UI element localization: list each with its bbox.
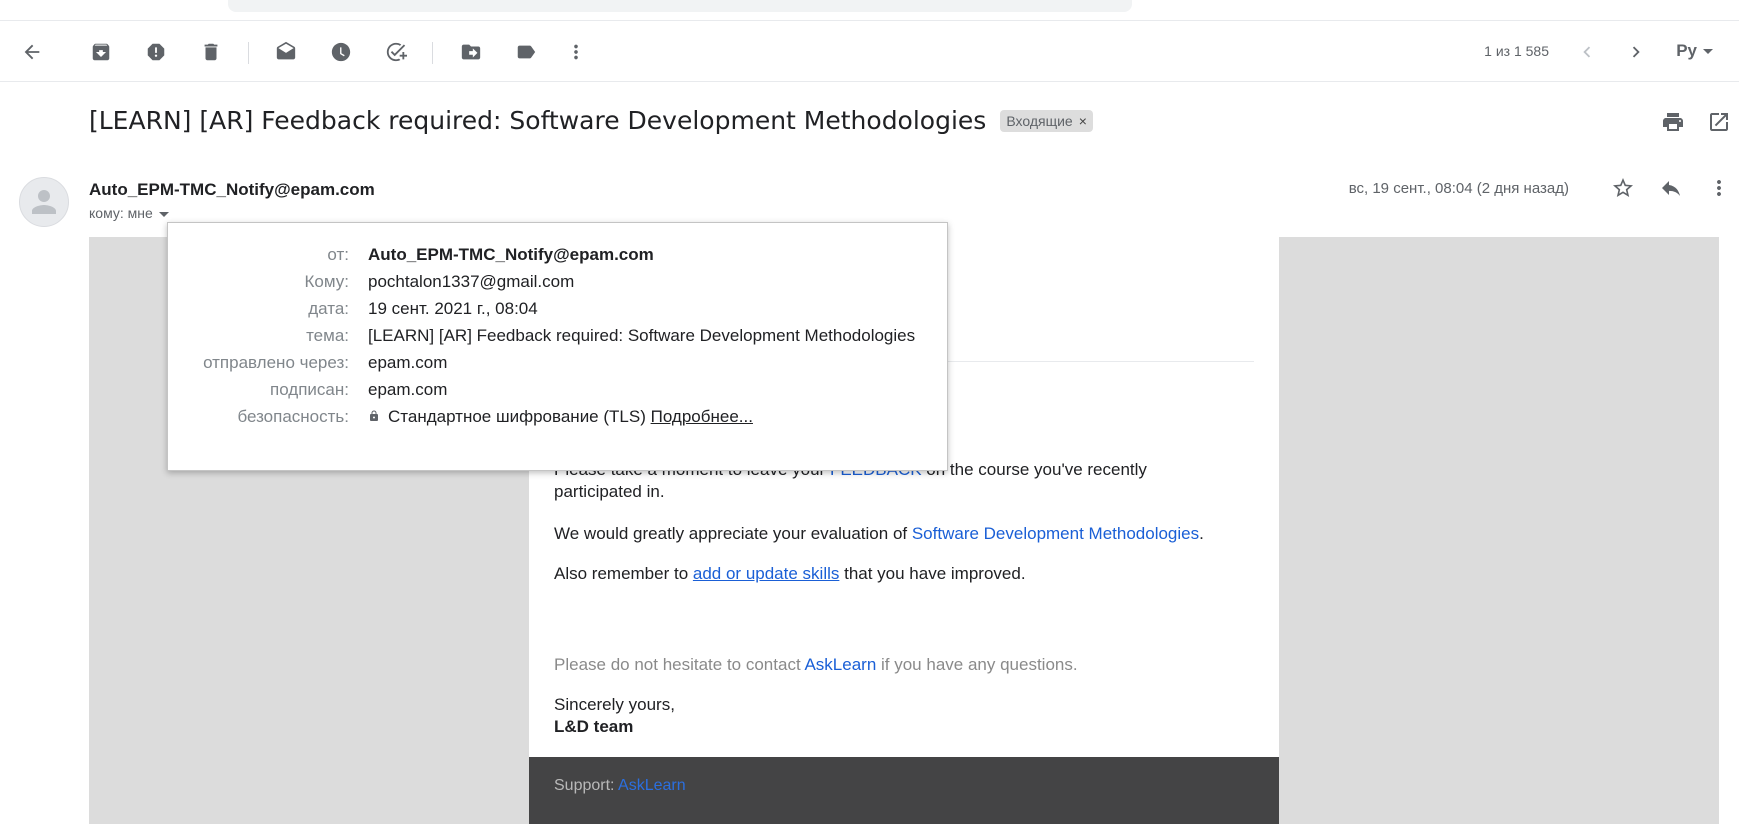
to-me-label: кому: мне bbox=[89, 205, 153, 221]
more-vert-icon[interactable] bbox=[560, 36, 592, 68]
move-to-icon[interactable] bbox=[455, 36, 487, 68]
label-icon[interactable] bbox=[510, 36, 542, 68]
caret-down-icon bbox=[1703, 49, 1713, 55]
support-line: Support: AskLearn bbox=[554, 777, 686, 795]
date-value: 19 сент. 2021 г., 08:04 bbox=[368, 299, 538, 318]
p2-text-end: . bbox=[1199, 524, 1204, 543]
more-vert-icon[interactable] bbox=[1707, 176, 1731, 205]
subject-row: [LEARN] [AR] Feedback required: Software… bbox=[89, 106, 1093, 135]
to-value: pochtalon1337@gmail.com bbox=[368, 272, 575, 291]
open-new-window-icon[interactable] bbox=[1707, 110, 1731, 139]
evaluation-paragraph: We would greatly appreciate your evaluat… bbox=[554, 523, 1234, 545]
archive-icon[interactable] bbox=[85, 36, 117, 68]
message-actions bbox=[1611, 176, 1731, 205]
mark-unread-icon[interactable] bbox=[270, 36, 302, 68]
caret-down-icon[interactable] bbox=[158, 211, 169, 217]
signed-by-label: подписан: bbox=[270, 380, 349, 399]
message-details-popup: от: Auto_EPM-TMC_Notify@epam.com Кому: p… bbox=[167, 222, 948, 471]
snooze-icon[interactable] bbox=[325, 36, 357, 68]
recipient-toggle[interactable]: кому: мне bbox=[89, 205, 169, 221]
details-row-subject: тема: [LEARN] [AR] Feedback required: So… bbox=[168, 326, 949, 350]
skills-paragraph: Also remember to add or update skills th… bbox=[554, 563, 1234, 585]
closing-text: Sincerely yours, bbox=[554, 695, 675, 714]
subject-title: [LEARN] [AR] Feedback required: Software… bbox=[89, 106, 987, 135]
divider bbox=[0, 81, 1739, 82]
p2-text: We would greatly appreciate your evaluat… bbox=[554, 524, 912, 543]
mailed-by-label: отправлено через: bbox=[203, 353, 349, 372]
add-task-icon[interactable] bbox=[380, 36, 412, 68]
gmail-message-view: 1 из 1 585 Ру [LEARN] [AR] Feedback requ… bbox=[0, 0, 1739, 824]
message-date: вс, 19 сент., 08:04 (2 дня назад) bbox=[1348, 180, 1569, 197]
toolbar-separator bbox=[248, 42, 249, 64]
pager-count: 1 из 1 585 bbox=[1484, 43, 1549, 59]
details-row-from: от: Auto_EPM-TMC_Notify@epam.com bbox=[168, 245, 949, 269]
search-bar[interactable] bbox=[228, 0, 1132, 12]
security-label: безопасность: bbox=[237, 407, 349, 426]
reply-icon[interactable] bbox=[1659, 176, 1683, 205]
message-toolbar: 1 из 1 585 Ру bbox=[0, 28, 1739, 76]
toolbar-separator bbox=[432, 42, 433, 64]
subject-value: [LEARN] [AR] Feedback required: Software… bbox=[368, 326, 916, 345]
p3-text: Also remember to bbox=[554, 564, 693, 583]
subject-actions bbox=[1661, 110, 1731, 139]
print-icon[interactable] bbox=[1661, 110, 1685, 139]
input-tools-button[interactable]: Ру bbox=[1676, 41, 1713, 61]
from-label: от: bbox=[327, 245, 349, 264]
avatar-placeholder-icon bbox=[32, 190, 56, 214]
label-chip-inbox[interactable]: Входящие × bbox=[1000, 109, 1093, 132]
label-chip-text: Входящие bbox=[1006, 112, 1073, 129]
delete-icon[interactable] bbox=[195, 36, 227, 68]
back-arrow-icon[interactable] bbox=[16, 36, 48, 68]
mailed-by-value: epam.com bbox=[368, 353, 448, 372]
signed-by-value: epam.com bbox=[368, 380, 448, 399]
details-row-security: безопасность: Стандартное шифрование (TL… bbox=[168, 407, 949, 431]
course-link[interactable]: Software Development Methodologies bbox=[912, 524, 1199, 543]
star-icon[interactable] bbox=[1611, 176, 1635, 205]
chevron-right-icon[interactable] bbox=[1620, 36, 1652, 68]
p4-text-end: if you have any questions. bbox=[876, 655, 1078, 674]
lock-icon bbox=[370, 410, 378, 421]
from-value[interactable]: Auto_EPM-TMC_Notify@epam.com bbox=[368, 245, 654, 265]
avatar[interactable] bbox=[19, 177, 69, 227]
subject-label: тема: bbox=[306, 326, 349, 345]
p4-text: Please do not hesitate to contact bbox=[554, 655, 805, 674]
email-footer: Support: AskLearn bbox=[529, 757, 1279, 824]
lang-label: Ру bbox=[1676, 41, 1697, 60]
details-row-signed-by: подписан: epam.com bbox=[168, 380, 949, 404]
skills-link[interactable]: add or update skills bbox=[693, 564, 839, 583]
support-label: Support: bbox=[554, 777, 619, 794]
remove-label-icon[interactable]: × bbox=[1079, 113, 1087, 129]
support-asklearn-link[interactable]: AskLearn bbox=[618, 777, 686, 794]
p3-text-end: that you have improved. bbox=[839, 564, 1026, 583]
team-signature: L&D team bbox=[554, 717, 634, 736]
contact-paragraph: Please do not hesitate to contact AskLea… bbox=[554, 654, 1234, 676]
sender-address[interactable]: Auto_EPM-TMC_Notify@epam.com bbox=[89, 180, 375, 200]
date-label: дата: bbox=[308, 299, 349, 318]
security-value: Стандартное шифрование (TLS) bbox=[388, 407, 646, 426]
divider bbox=[0, 20, 1739, 21]
security-value-wrap: Стандартное шифрование (TLS) Подробнее..… bbox=[368, 407, 753, 427]
to-label: Кому: bbox=[304, 272, 349, 291]
details-row-to: Кому: pochtalon1337@gmail.com bbox=[168, 272, 949, 296]
chevron-left-icon[interactable] bbox=[1571, 36, 1603, 68]
security-more-link[interactable]: Подробнее... bbox=[651, 407, 753, 426]
asklearn-link[interactable]: AskLearn bbox=[804, 655, 876, 674]
report-spam-icon[interactable] bbox=[140, 36, 172, 68]
details-row-mailed-by: отправлено через: epam.com bbox=[168, 353, 949, 377]
details-row-date: дата: 19 сент. 2021 г., 08:04 bbox=[168, 299, 949, 323]
